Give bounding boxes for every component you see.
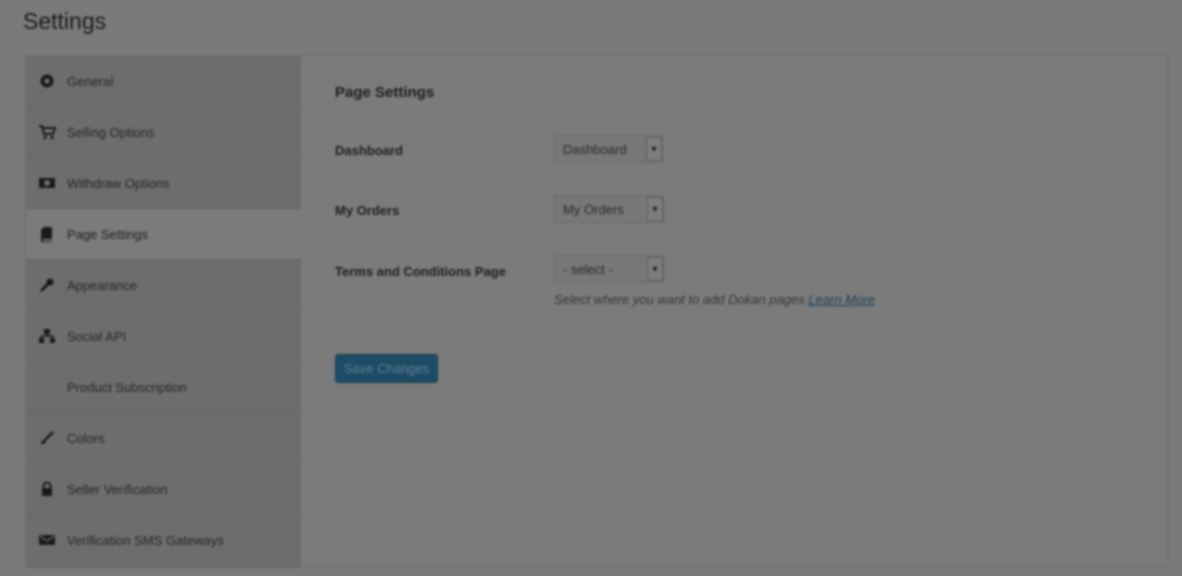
sidebar-item-label: Appearance (67, 277, 138, 293)
sidebar-item-colors[interactable]: Colors (26, 413, 301, 464)
sidebar-item-label: Colors (67, 430, 105, 446)
chevron-down-icon: ▼ (647, 197, 663, 221)
sidebar-item-seller-verification[interactable]: Seller Verification (26, 464, 301, 515)
sidebar-item-appearance[interactable]: Appearance (26, 260, 301, 311)
sidebar-item-page-settings[interactable]: Page Settings (26, 209, 301, 260)
save-changes-button[interactable]: Save Changes (335, 354, 438, 383)
cart-icon (38, 123, 56, 141)
learn-more-link[interactable]: Learn More (808, 292, 874, 307)
page-title: Settings (23, 8, 107, 34)
terms-page-select[interactable]: - select - ▼ (554, 255, 664, 283)
sidebar-item-social-api[interactable]: Social API (26, 311, 301, 362)
dashboard-select-value: Dashboard (563, 141, 627, 157)
sidebar-item-product-subscription[interactable]: Product Subscription (26, 362, 301, 413)
terms-page-select-value: - select - (563, 261, 613, 277)
envelope-icon (38, 531, 56, 549)
sidebar-item-label: Seller Verification (67, 481, 168, 497)
page-settings-content: Page Settings Dashboard Dashboard ▼ My O… (301, 56, 1167, 566)
sidebar-item-label: Product Subscription (67, 379, 187, 395)
sidebar-item-verification-sms-gateways[interactable]: Verification SMS Gateways (26, 515, 301, 566)
help-text: Select where you want to add Dokan pages… (554, 292, 875, 307)
gear-icon (38, 72, 56, 90)
my-orders-label: My Orders (335, 203, 400, 218)
wrench-icon (38, 276, 56, 294)
page-icon (38, 225, 56, 243)
settings-page: Settings General Selling Options Withdra… (0, 0, 1182, 576)
sidebar-item-label: Page Settings (67, 226, 148, 242)
my-orders-select[interactable]: My Orders ▼ (554, 195, 664, 223)
brush-icon (38, 429, 56, 447)
chevron-down-icon: ▼ (647, 257, 663, 281)
sidebar-item-label: General (67, 73, 114, 89)
dashboard-select[interactable]: Dashboard ▼ (554, 135, 663, 163)
sidebar-item-withdraw-options[interactable]: Withdraw Options (26, 158, 301, 209)
sidebar-item-general[interactable]: General (26, 56, 301, 107)
sitemap-icon (38, 327, 56, 345)
money-icon (38, 174, 56, 192)
sidebar-item-label: Verification SMS Gateways (67, 532, 224, 548)
terms-page-label: Terms and Conditions Page (335, 264, 506, 279)
settings-sidebar: General Selling Options Withdraw Options… (26, 56, 301, 568)
dashboard-label: Dashboard (335, 143, 403, 158)
help-text-body: Select where you want to add Dokan pages (554, 292, 805, 307)
section-title: Page Settings (335, 84, 435, 101)
sidebar-item-label: Withdraw Options (67, 175, 170, 191)
chevron-down-icon: ▼ (646, 137, 662, 161)
sidebar-item-label: Social API (67, 328, 127, 344)
sidebar-item-label: Selling Options (67, 124, 155, 140)
sidebar-item-selling-options[interactable]: Selling Options (26, 107, 301, 158)
settings-panel: General Selling Options Withdraw Options… (25, 55, 1168, 568)
my-orders-select-value: My Orders (563, 201, 624, 217)
lock-icon (38, 480, 56, 498)
